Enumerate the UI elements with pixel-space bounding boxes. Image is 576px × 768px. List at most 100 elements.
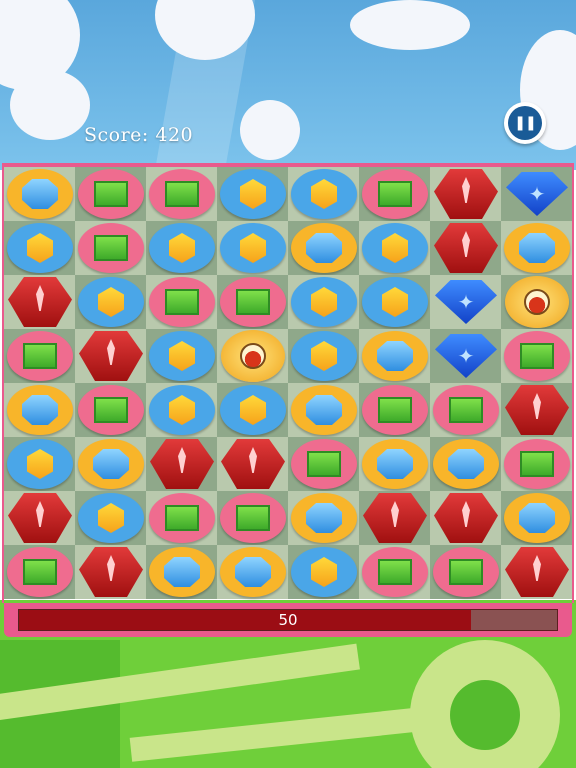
board-cell[interactable] xyxy=(4,383,76,437)
board-cell[interactable] xyxy=(4,545,76,599)
red-ruby-gem[interactable] xyxy=(433,169,499,219)
yellow-hexagon-gem[interactable] xyxy=(220,223,286,273)
board-cell[interactable] xyxy=(288,545,360,599)
pause-button[interactable]: ❚❚ xyxy=(504,102,546,144)
board-cell[interactable] xyxy=(430,383,502,437)
board-cell[interactable] xyxy=(75,545,147,599)
board-cell[interactable] xyxy=(75,491,147,545)
board-cell[interactable] xyxy=(217,275,289,329)
board-cell[interactable] xyxy=(288,167,360,221)
board-cell[interactable] xyxy=(359,329,431,383)
blue-octagon-gem[interactable] xyxy=(504,493,570,543)
board-cell[interactable] xyxy=(146,167,218,221)
blue-star-diamond[interactable]: ✦ xyxy=(433,277,499,327)
board-cell[interactable] xyxy=(75,221,147,275)
board-cell[interactable] xyxy=(501,545,572,599)
yellow-hexagon-gem[interactable] xyxy=(291,331,357,381)
green-rectangle-gem[interactable] xyxy=(149,277,215,327)
board-cell[interactable] xyxy=(217,329,289,383)
green-rectangle-gem[interactable] xyxy=(220,493,286,543)
green-rectangle-gem[interactable] xyxy=(78,223,144,273)
red-ruby-gem[interactable] xyxy=(433,223,499,273)
board-cell[interactable] xyxy=(430,221,502,275)
red-ruby-gem[interactable] xyxy=(78,331,144,381)
board-cell[interactable]: ✦ xyxy=(430,329,502,383)
board-cell[interactable] xyxy=(75,167,147,221)
yellow-hexagon-gem[interactable] xyxy=(149,331,215,381)
green-rectangle-gem[interactable] xyxy=(220,277,286,327)
board-cell[interactable] xyxy=(146,491,218,545)
green-rectangle-gem[interactable] xyxy=(362,547,428,597)
board-cell[interactable] xyxy=(75,329,147,383)
yellow-hexagon-gem[interactable] xyxy=(291,169,357,219)
yellow-hexagon-gem[interactable] xyxy=(220,385,286,435)
board-cell[interactable] xyxy=(146,275,218,329)
board-cell[interactable] xyxy=(4,275,76,329)
board-cell[interactable] xyxy=(430,167,502,221)
yellow-hexagon-gem[interactable] xyxy=(291,277,357,327)
yellow-hexagon-gem[interactable] xyxy=(7,439,73,489)
board-cell[interactable] xyxy=(75,275,147,329)
yellow-hexagon-gem[interactable] xyxy=(7,223,73,273)
green-rectangle-gem[interactable] xyxy=(78,385,144,435)
board-cell[interactable] xyxy=(359,167,431,221)
board-cell[interactable] xyxy=(430,545,502,599)
board-cell[interactable] xyxy=(501,383,572,437)
board-cell[interactable] xyxy=(217,167,289,221)
board-cell[interactable] xyxy=(288,437,360,491)
board-cell[interactable] xyxy=(359,275,431,329)
board-cell[interactable] xyxy=(4,491,76,545)
board-cell[interactable] xyxy=(75,437,147,491)
green-rectangle-gem[interactable] xyxy=(504,439,570,489)
board-cell[interactable] xyxy=(4,167,76,221)
board-cell[interactable] xyxy=(288,383,360,437)
yellow-hexagon-gem[interactable] xyxy=(78,493,144,543)
red-ruby-gem[interactable] xyxy=(78,547,144,597)
yellow-hexagon-gem[interactable] xyxy=(220,169,286,219)
board-cell[interactable] xyxy=(359,221,431,275)
red-ruby-gem[interactable] xyxy=(7,277,73,327)
red-ruby-gem[interactable] xyxy=(433,493,499,543)
board-cell[interactable] xyxy=(501,221,572,275)
board-cell[interactable] xyxy=(75,383,147,437)
board-cell[interactable] xyxy=(359,383,431,437)
red-ruby-gem[interactable] xyxy=(220,439,286,489)
blue-octagon-gem[interactable] xyxy=(291,385,357,435)
board-cell[interactable] xyxy=(359,437,431,491)
green-rectangle-gem[interactable] xyxy=(149,493,215,543)
blue-octagon-gem[interactable] xyxy=(220,547,286,597)
green-rectangle-gem[interactable] xyxy=(433,385,499,435)
green-rectangle-gem[interactable] xyxy=(78,169,144,219)
blue-octagon-gem[interactable] xyxy=(504,223,570,273)
blue-octagon-gem[interactable] xyxy=(291,223,357,273)
red-ruby-gem[interactable] xyxy=(362,493,428,543)
yellow-hexagon-gem[interactable] xyxy=(78,277,144,327)
blue-star-diamond[interactable]: ✦ xyxy=(504,169,570,219)
board-cell[interactable] xyxy=(359,491,431,545)
board-cell[interactable] xyxy=(4,221,76,275)
red-ruby-gem[interactable] xyxy=(7,493,73,543)
board-cell[interactable] xyxy=(501,275,572,329)
board-cell[interactable] xyxy=(217,491,289,545)
board-cell[interactable] xyxy=(217,545,289,599)
board-cell[interactable] xyxy=(288,221,360,275)
green-rectangle-gem[interactable] xyxy=(149,169,215,219)
blue-star-diamond[interactable]: ✦ xyxy=(433,331,499,381)
potion-bottle[interactable] xyxy=(220,330,286,382)
board-cell[interactable] xyxy=(501,491,572,545)
board-cell[interactable] xyxy=(4,329,76,383)
blue-octagon-gem[interactable] xyxy=(362,439,428,489)
blue-octagon-gem[interactable] xyxy=(7,385,73,435)
potion-bottle[interactable] xyxy=(504,276,570,328)
board-cell[interactable] xyxy=(288,491,360,545)
board-cell[interactable]: ✦ xyxy=(430,275,502,329)
board-cell[interactable] xyxy=(359,545,431,599)
yellow-hexagon-gem[interactable] xyxy=(362,277,428,327)
red-ruby-gem[interactable] xyxy=(504,385,570,435)
board-cell[interactable] xyxy=(430,437,502,491)
board-cell[interactable] xyxy=(501,329,572,383)
board-cell[interactable]: ✦ xyxy=(501,167,572,221)
green-rectangle-gem[interactable] xyxy=(504,331,570,381)
green-rectangle-gem[interactable] xyxy=(362,169,428,219)
red-ruby-gem[interactable] xyxy=(504,547,570,597)
